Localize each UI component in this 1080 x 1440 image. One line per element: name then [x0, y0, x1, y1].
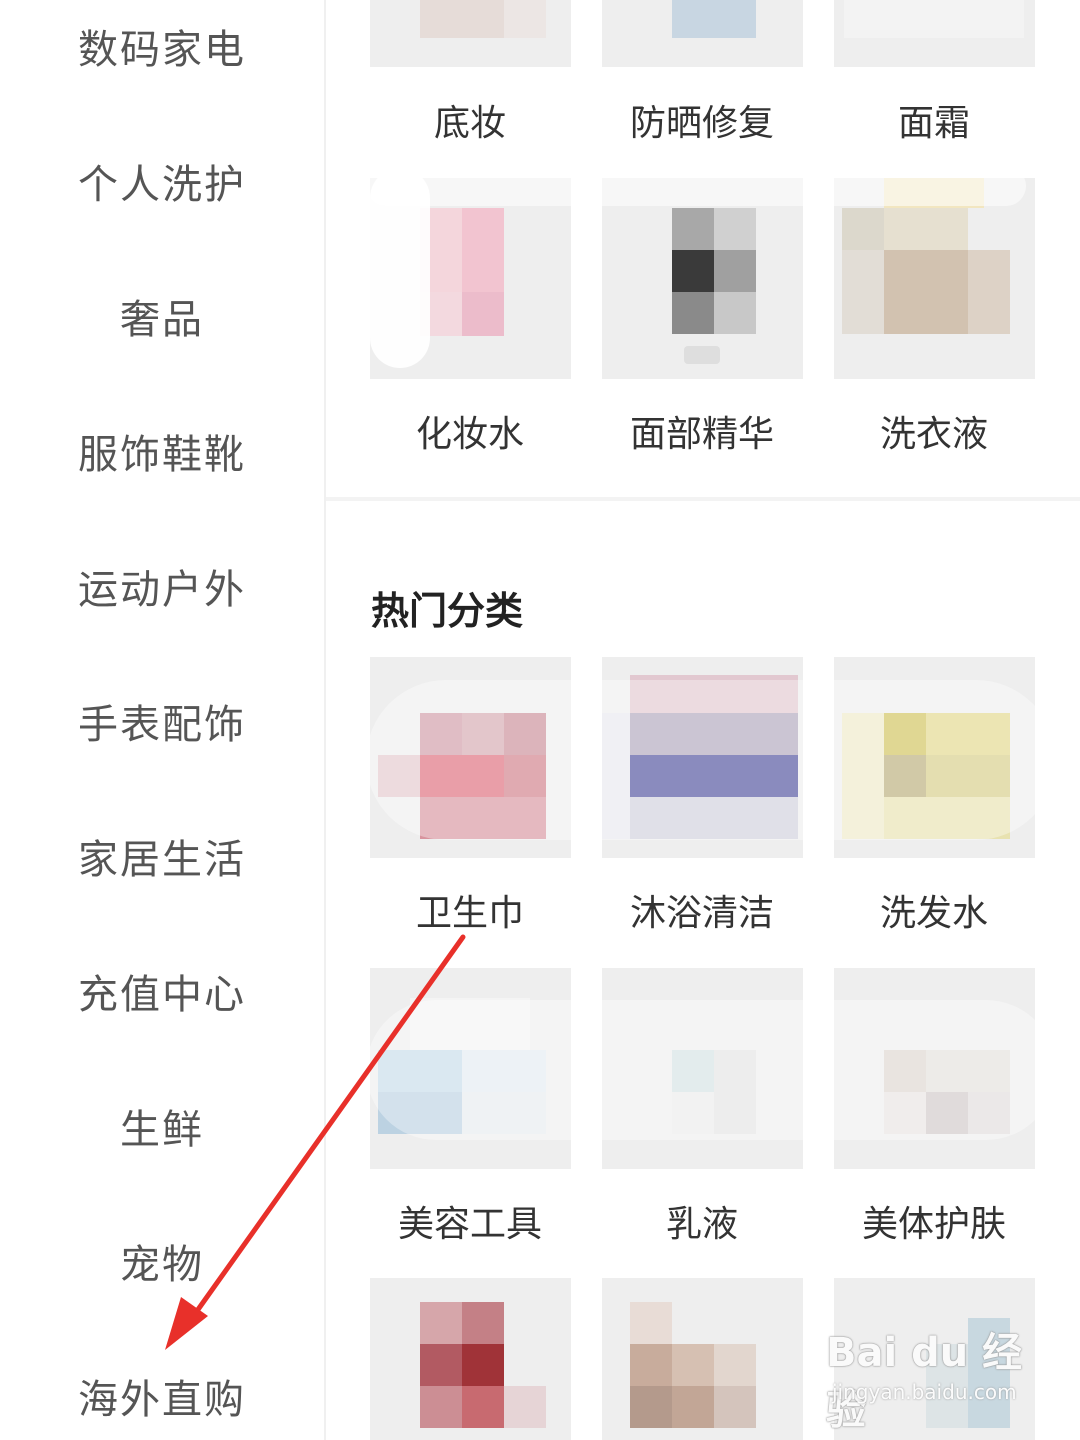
arrow-shaft: [189, 934, 466, 1321]
watermark-url: jingyan.baidu.com: [832, 1380, 1017, 1404]
baidu-jingyan-watermark: Bai du 经验 jingyan.baidu.com: [826, 1320, 1026, 1434]
red-arrow-annotation: [165, 934, 466, 1350]
watermark-brand: Bai du 经验: [826, 1330, 1023, 1434]
